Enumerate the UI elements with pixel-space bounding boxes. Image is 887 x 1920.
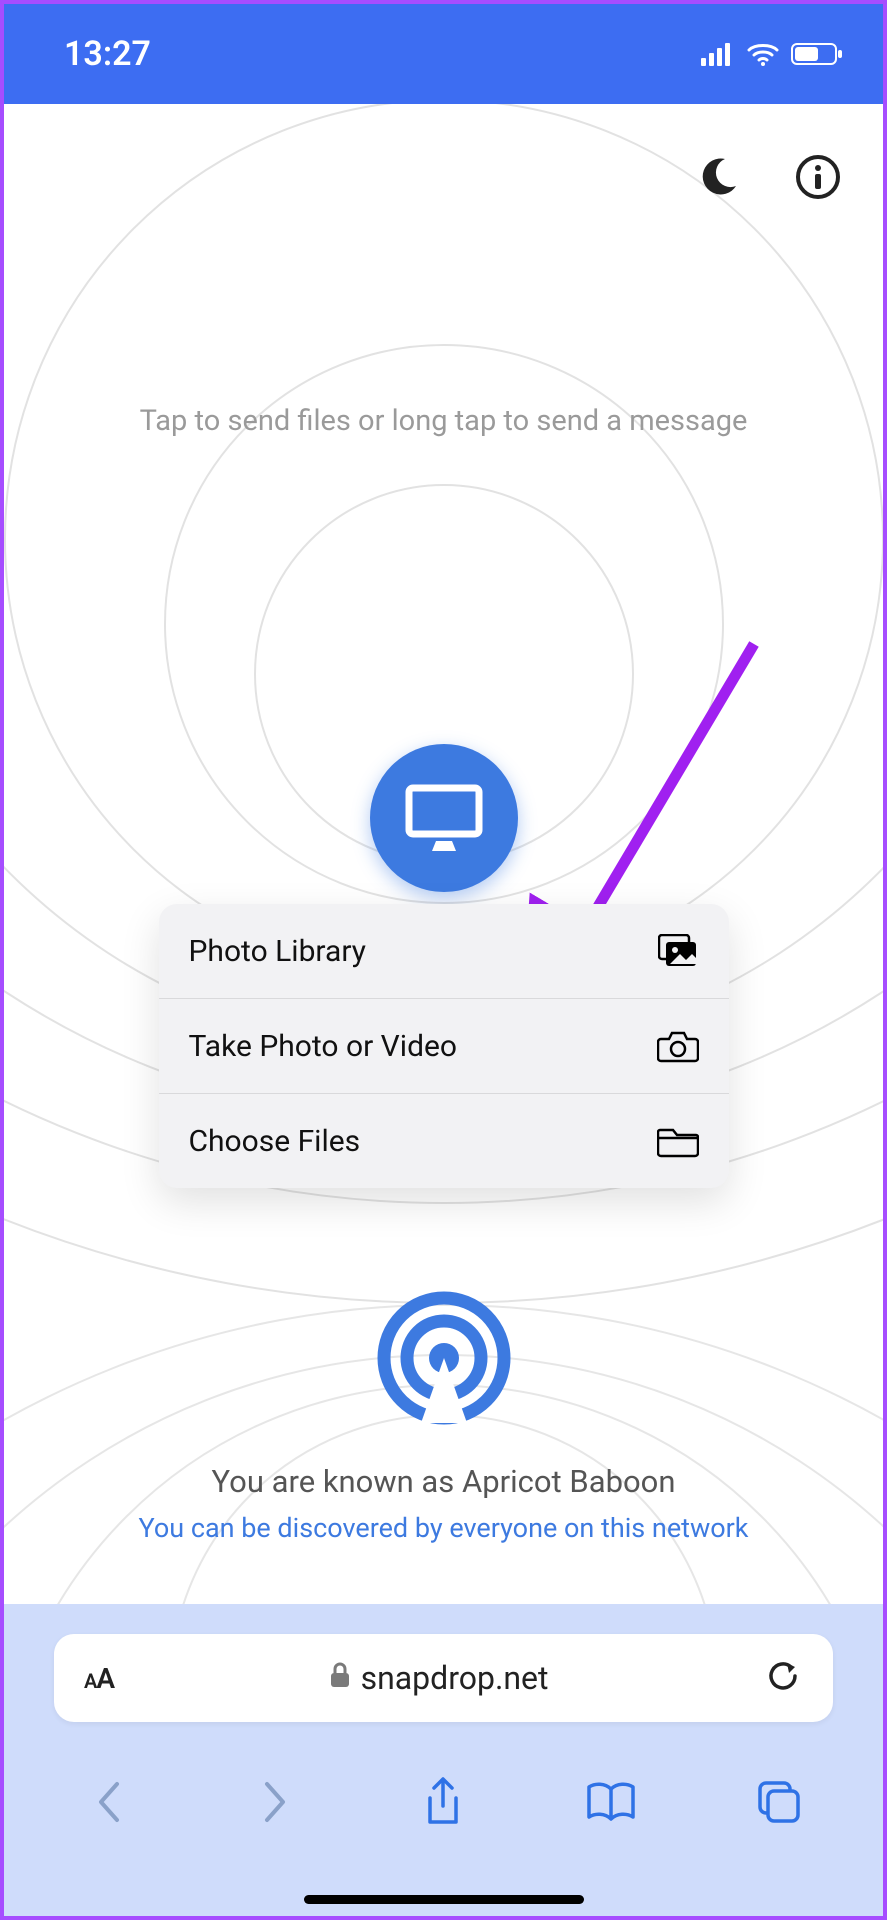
photo-library-icon	[657, 930, 699, 972]
tabs-button[interactable]	[749, 1774, 809, 1834]
identity-subline: You can be discovered by everyone on thi…	[4, 1512, 883, 1544]
forward-button[interactable]	[246, 1774, 306, 1834]
back-button[interactable]	[78, 1774, 138, 1834]
chevron-left-icon	[93, 1780, 123, 1828]
url-text: snapdrop.net	[361, 1659, 549, 1697]
menu-item-take-photo[interactable]: Take Photo or Video	[159, 998, 729, 1093]
home-indicator[interactable]	[304, 1895, 584, 1904]
chevron-right-icon	[261, 1780, 291, 1828]
file-action-menu: Photo Library Take Photo or Video Choose…	[159, 904, 729, 1188]
share-button[interactable]	[413, 1774, 473, 1834]
identity-block: You are known as Apricot Baboon You can …	[4, 1283, 883, 1544]
reload-button[interactable]	[763, 1658, 803, 1698]
menu-item-choose-files[interactable]: Choose Files	[159, 1093, 729, 1188]
url-display[interactable]: snapdrop.net	[329, 1659, 549, 1697]
info-button[interactable]	[793, 154, 843, 204]
camera-icon	[657, 1025, 699, 1067]
cellular-signal-icon	[701, 42, 735, 66]
wifi-icon	[747, 42, 779, 66]
instruction-text: Tap to send files or long tap to send a …	[4, 404, 883, 438]
reader-text-size-button[interactable]: AA	[84, 1662, 114, 1695]
status-icons	[701, 42, 843, 66]
dark-mode-button[interactable]	[693, 154, 743, 204]
status-bar: 13:27	[4, 4, 883, 104]
tabs-icon	[756, 1779, 802, 1829]
menu-item-label: Photo Library	[189, 934, 366, 969]
desktop-icon	[404, 783, 484, 853]
lock-icon	[329, 1659, 351, 1697]
address-bar[interactable]: AA snapdrop.net	[54, 1634, 833, 1722]
moon-icon	[697, 156, 739, 202]
reload-icon	[765, 1658, 801, 1698]
folder-icon	[657, 1120, 699, 1162]
share-icon	[422, 1776, 464, 1832]
info-icon	[794, 153, 842, 205]
menu-item-photo-library[interactable]: Photo Library	[159, 904, 729, 998]
battery-icon	[791, 42, 843, 66]
menu-item-label: Choose Files	[189, 1124, 361, 1159]
book-icon	[585, 1781, 637, 1827]
status-time: 13:27	[64, 34, 151, 74]
menu-item-label: Take Photo or Video	[189, 1029, 458, 1064]
snapdrop-logo-icon	[369, 1283, 519, 1433]
safari-toolbar	[4, 1754, 883, 1854]
safari-chrome: AA snapdrop.net	[4, 1604, 883, 1920]
top-action-row	[693, 154, 843, 204]
peer-device-button[interactable]	[370, 744, 518, 892]
page-content: Tap to send files or long tap to send a …	[4, 104, 883, 1604]
bookmarks-button[interactable]	[581, 1774, 641, 1834]
identity-name: You are known as Apricot Baboon	[4, 1463, 883, 1500]
